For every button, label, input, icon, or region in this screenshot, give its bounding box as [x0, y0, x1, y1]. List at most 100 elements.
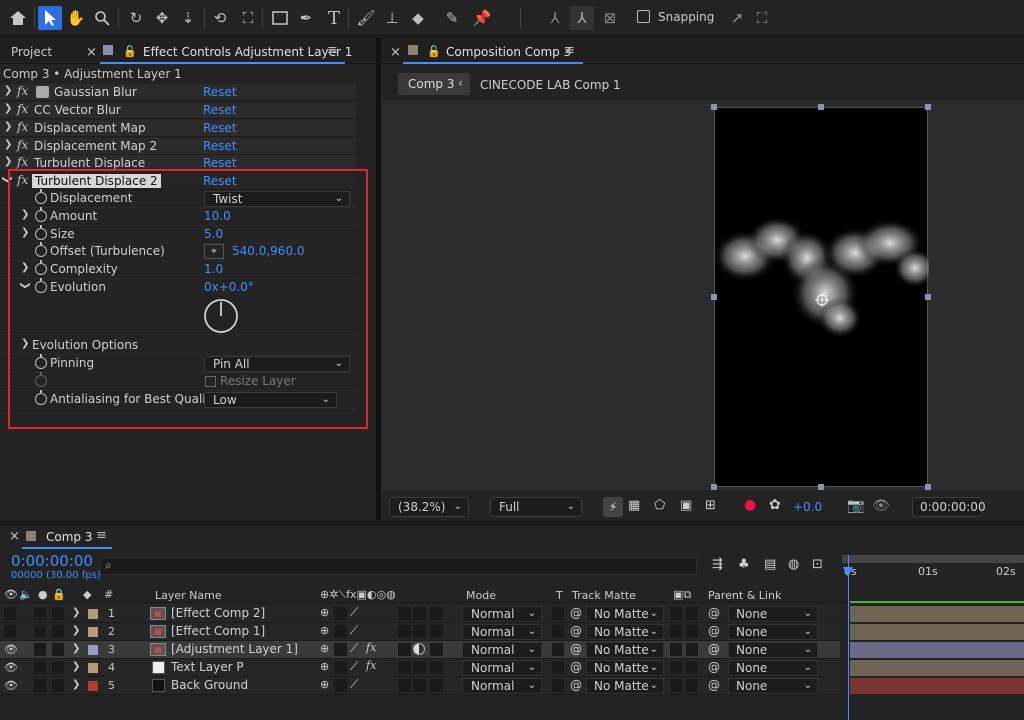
matte-toggle[interactable]: [670, 679, 682, 692]
tab-effect-controls[interactable]: Effect Controls Adjustment Layer 1: [143, 45, 352, 59]
chevron-right-icon[interactable]: ❯: [4, 85, 12, 96]
3d-switch[interactable]: [430, 679, 443, 692]
adjustment-switch[interactable]: [413, 679, 426, 692]
collapse-switch[interactable]: [334, 643, 347, 656]
3d-switch[interactable]: [430, 625, 443, 638]
transform-handle[interactable]: [711, 484, 717, 490]
selection-icon[interactable]: [38, 6, 62, 30]
fx-icon[interactable]: fx: [17, 120, 28, 134]
fx-icon[interactable]: fx: [17, 102, 28, 116]
matte-invert[interactable]: [686, 607, 698, 620]
hand-icon[interactable]: ✋: [64, 6, 88, 30]
eye-icon[interactable]: 👁: [4, 588, 18, 601]
effect-row-gaussian-blur[interactable]: ❯ fx Gaussian Blur Reset: [0, 84, 356, 101]
adjustment-switch[interactable]: [413, 625, 426, 638]
close-icon[interactable]: ×: [390, 45, 401, 60]
label-color[interactable]: [88, 627, 98, 637]
snapping-checkbox[interactable]: [637, 10, 650, 23]
tab-timeline[interactable]: Comp 3: [46, 530, 92, 544]
camera-icon[interactable]: 📷: [847, 498, 864, 514]
pickwhip-icon[interactable]: @: [570, 660, 582, 674]
matte-toggle[interactable]: [670, 607, 682, 620]
matte-toggle[interactable]: [670, 625, 682, 638]
matte-invert[interactable]: [686, 661, 698, 674]
track-matte-dropdown[interactable]: No Matte ⌄: [586, 606, 664, 622]
lock-icon[interactable]: 🔓: [123, 45, 137, 58]
label-color[interactable]: [88, 609, 98, 619]
parent-dropdown[interactable]: None ⌄: [728, 660, 818, 676]
tab-composition[interactable]: Composition Comp 3: [446, 45, 571, 59]
layer-duration-bar[interactable]: [850, 660, 1024, 676]
track-matte-dropdown[interactable]: No Matte ⌄: [586, 678, 664, 694]
quality-switch-icon[interactable]: ⟋: [350, 641, 358, 656]
anchor-icon[interactable]: ⛶: [236, 6, 260, 30]
parent-pickwhip-icon[interactable]: @: [708, 678, 720, 692]
layer-search-input[interactable]: ⌕: [100, 557, 697, 575]
motion-blur-switch[interactable]: [398, 607, 411, 620]
timeline-timecode[interactable]: 0:00:00:00: [11, 552, 93, 570]
chevron-right-icon[interactable]: ❯: [4, 139, 12, 150]
layer-row[interactable]: 👁 ❯ 5 Back Ground ⊕ ⟋ Normal ⌄ @ No Matte ⌄ @ None ⌄: [0, 677, 840, 695]
label-color[interactable]: [88, 645, 98, 655]
pen-icon[interactable]: ✒: [294, 6, 318, 30]
comp-canvas[interactable]: [714, 107, 929, 487]
collapse-switch[interactable]: [334, 679, 347, 692]
solo-icon[interactable]: ●: [38, 588, 48, 601]
layer-row[interactable]: ❯ 1 ▦ [Effect Comp 2] ⊕ ⟋ Normal ⌄ @ No Matte ⌄ @ No…: [0, 605, 840, 623]
panel-menu-icon[interactable]: ≡: [327, 43, 338, 58]
reset-link[interactable]: Reset: [203, 103, 237, 117]
layer-duration-bar[interactable]: [850, 678, 1024, 694]
track-matte-dropdown[interactable]: No Matte ⌄: [586, 660, 664, 676]
chevron-right-icon[interactable]: ❯: [72, 625, 80, 636]
layer-name[interactable]: Back Ground: [171, 678, 248, 692]
layer-name[interactable]: [Adjustment Layer 1]: [171, 642, 298, 656]
flow-tab-cinecode[interactable]: CINECODE LAB Comp 1: [480, 78, 621, 92]
motion-blur-switch[interactable]: [398, 679, 411, 692]
shy-switch-icon[interactable]: ⊕: [320, 642, 329, 655]
graph-editor-icon[interactable]: ⊡: [812, 557, 823, 572]
adjustment-layer-icon[interactable]: [413, 643, 425, 655]
motion-blur-switch[interactable]: [398, 625, 411, 638]
transform-handle[interactable]: [925, 484, 931, 490]
preserve-transparency[interactable]: [552, 679, 564, 692]
layer-name[interactable]: [Effect Comp 1]: [171, 624, 265, 638]
label-color[interactable]: [88, 663, 98, 673]
track-matte-dropdown[interactable]: No Matte ⌄: [586, 624, 664, 640]
playhead[interactable]: [848, 555, 849, 720]
chevron-right-icon[interactable]: ❯: [4, 103, 12, 114]
chevron-right-icon[interactable]: ❯: [72, 607, 80, 618]
parent-pickwhip-icon[interactable]: @: [708, 642, 720, 656]
3d-switch[interactable]: [430, 607, 443, 620]
quality-switch-icon[interactable]: ⟋: [350, 623, 358, 638]
channels-icon[interactable]: ●: [744, 497, 756, 513]
solo-toggle[interactable]: [34, 661, 46, 674]
home-icon[interactable]: [6, 6, 30, 30]
label-color[interactable]: [88, 681, 98, 691]
pickwhip-icon[interactable]: @: [570, 606, 582, 620]
adjustment-switch[interactable]: [413, 607, 426, 620]
transparency-grid-icon[interactable]: ▦: [628, 498, 640, 513]
puppet-icon[interactable]: 📌: [470, 6, 494, 30]
parent-pickwhip-icon[interactable]: @: [708, 624, 720, 638]
mode-dropdown[interactable]: Normal ⌄: [462, 678, 542, 694]
parent-dropdown[interactable]: None ⌄: [728, 642, 818, 658]
flow-tab-comp3[interactable]: Comp 3 ‹: [398, 73, 470, 95]
matte-toggle[interactable]: [670, 661, 682, 674]
transform-handle[interactable]: [925, 294, 931, 300]
shy-switch-icon[interactable]: ⊕: [320, 660, 329, 673]
fx-icon[interactable]: fx: [17, 138, 28, 152]
axis-local-icon[interactable]: ⅄: [543, 6, 567, 30]
parent-pickwhip-icon[interactable]: @: [708, 606, 720, 620]
eye-icon[interactable]: 👁: [4, 661, 18, 674]
mode-dropdown[interactable]: Normal ⌄: [462, 660, 542, 676]
layer-duration-bar[interactable]: [850, 606, 1024, 622]
axis-world-icon[interactable]: ⅄: [570, 6, 594, 30]
fx-switch-icon[interactable]: fx: [366, 641, 376, 654]
effect-row-cc-vector-blur[interactable]: ❯ fx CC Vector Blur Reset: [0, 102, 356, 119]
comp-timecode[interactable]: 0:00:00:00: [912, 497, 986, 517]
quality-switch-icon[interactable]: ⟋: [350, 659, 358, 674]
matte-toggle[interactable]: [670, 643, 682, 656]
header-layer-name[interactable]: Layer Name: [155, 589, 222, 602]
label-tag-icon[interactable]: ◆: [83, 588, 91, 601]
effect-row-displacement-map-2[interactable]: ❯ fx Displacement Map 2 Reset: [0, 138, 356, 155]
